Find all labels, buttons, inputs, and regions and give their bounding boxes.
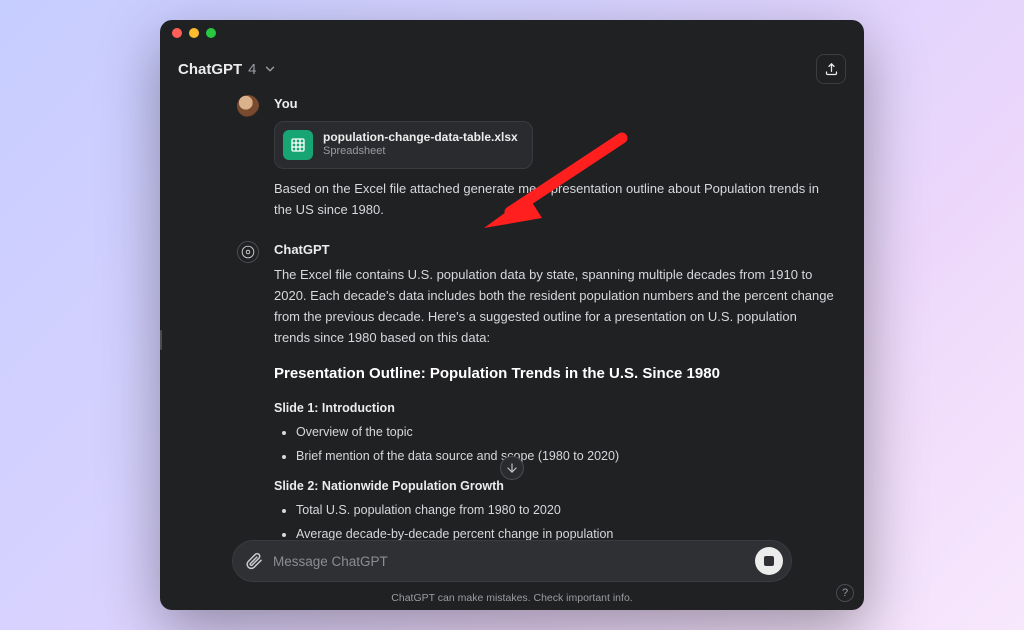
slide-block: Slide 1: Introduction Overview of the to… bbox=[274, 398, 834, 466]
assistant-intro: The Excel file contains U.S. population … bbox=[274, 265, 834, 348]
window-zoom-icon[interactable] bbox=[206, 28, 216, 38]
slide-title: Slide 1: Introduction bbox=[274, 398, 834, 418]
share-button[interactable] bbox=[816, 54, 846, 84]
user-label: You bbox=[274, 94, 834, 115]
model-version: 4 bbox=[248, 61, 256, 78]
attachment-filename: population-change-data-table.xlsx bbox=[323, 130, 518, 145]
bullet: Total U.S. population change from 1980 t… bbox=[296, 500, 834, 520]
bullet: Brief mention of the data source and sco… bbox=[296, 446, 834, 466]
stop-button[interactable] bbox=[755, 547, 783, 575]
scroll-to-bottom-button[interactable] bbox=[500, 456, 524, 480]
slide-block: Slide 2: Nationwide Population Growth To… bbox=[274, 476, 834, 540]
disclaimer-text: ChatGPT can make mistakes. Check importa… bbox=[160, 588, 864, 610]
conversation: You population-change-data-table.xlsx Sp… bbox=[160, 90, 864, 540]
user-message-text: Based on the Excel file attached generat… bbox=[274, 179, 834, 221]
slide-title: Slide 2: Nationwide Population Growth bbox=[274, 476, 834, 496]
spreadsheet-icon bbox=[283, 130, 313, 160]
user-message: You population-change-data-table.xlsx Sp… bbox=[236, 94, 846, 220]
topbar: ChatGPT 4 bbox=[160, 46, 864, 90]
assistant-label: ChatGPT bbox=[274, 240, 834, 261]
composer bbox=[232, 540, 792, 582]
chevron-down-icon bbox=[263, 62, 277, 76]
help-button[interactable]: ? bbox=[836, 584, 854, 602]
composer-area bbox=[160, 540, 864, 588]
stop-icon bbox=[764, 556, 774, 566]
outline-title: Presentation Outline: Population Trends … bbox=[274, 362, 834, 386]
model-selector[interactable]: ChatGPT 4 bbox=[178, 61, 277, 78]
titlebar bbox=[160, 20, 864, 46]
window-close-icon[interactable] bbox=[172, 28, 182, 38]
bullet: Average decade-by-decade percent change … bbox=[296, 524, 834, 540]
question-mark-icon: ? bbox=[842, 587, 848, 599]
attachment-filetype: Spreadsheet bbox=[323, 145, 518, 159]
window-minimize-icon[interactable] bbox=[189, 28, 199, 38]
model-name: ChatGPT bbox=[178, 61, 242, 78]
bullet: Overview of the topic bbox=[296, 422, 834, 442]
file-attachment[interactable]: population-change-data-table.xlsx Spread… bbox=[274, 121, 533, 169]
app-window: ChatGPT 4 You bbox=[160, 20, 864, 610]
message-input[interactable] bbox=[273, 554, 745, 569]
assistant-message: ChatGPT The Excel file contains U.S. pop… bbox=[236, 240, 846, 540]
attach-icon[interactable] bbox=[245, 552, 263, 570]
assistant-avatar-icon bbox=[237, 241, 259, 263]
user-avatar bbox=[237, 95, 259, 117]
